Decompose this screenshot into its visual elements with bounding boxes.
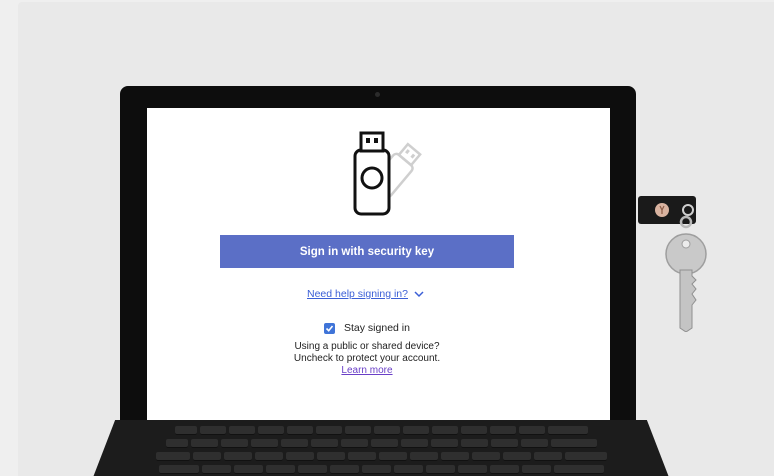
key	[409, 452, 438, 461]
key	[347, 452, 376, 461]
key	[533, 452, 562, 461]
key	[520, 439, 548, 448]
need-help-label: Need help signing in?	[307, 288, 408, 300]
key	[155, 452, 190, 461]
sign-in-with-security-key-button[interactable]: Sign in with security key	[220, 235, 514, 268]
key	[316, 452, 345, 461]
key	[315, 426, 342, 435]
key	[373, 426, 400, 435]
key	[400, 439, 428, 448]
keyboard-row-qwerty	[92, 452, 670, 461]
laptop-keyboard	[92, 420, 670, 476]
key	[550, 439, 597, 448]
key	[564, 452, 607, 461]
stay-signed-in-row: Stay signed in	[324, 322, 410, 334]
usb-security-key-icon	[353, 131, 422, 216]
keyboard-row-numbers	[92, 439, 670, 448]
key	[460, 439, 488, 448]
key	[425, 465, 455, 474]
key	[329, 465, 359, 474]
learn-more-link[interactable]: Learn more	[341, 365, 392, 377]
keyboard-row-fn	[92, 426, 670, 435]
key	[518, 426, 545, 435]
stay-signed-in-checkbox[interactable]	[324, 322, 335, 334]
key	[460, 426, 487, 435]
photo-stage: Sign in with security key Need help sign…	[0, 0, 774, 476]
shared-device-notice: Using a public or shared device? Uncheck…	[247, 341, 487, 377]
notice-line-2: Uncheck to protect your account.	[293, 353, 441, 364]
key	[158, 465, 199, 474]
key	[402, 426, 429, 435]
key	[297, 465, 327, 474]
key	[254, 452, 283, 461]
key	[223, 452, 252, 461]
key	[431, 426, 458, 435]
key	[199, 426, 226, 435]
laptop-screen: Sign in with security key Need help sign…	[147, 108, 610, 420]
key	[440, 452, 469, 461]
stay-signed-in-label: Stay signed in	[344, 322, 410, 334]
key	[285, 452, 314, 461]
key	[265, 465, 295, 474]
key	[502, 452, 531, 461]
key	[286, 426, 313, 435]
key	[174, 426, 197, 435]
laptop-bezel: Sign in with security key Need help sign…	[120, 86, 636, 434]
key	[471, 452, 500, 461]
key	[430, 439, 458, 448]
house-key-icon	[665, 215, 707, 332]
key	[201, 465, 231, 474]
key	[228, 426, 255, 435]
key	[547, 426, 588, 435]
key	[393, 465, 423, 474]
key	[521, 465, 551, 474]
key	[250, 439, 278, 448]
key	[257, 426, 284, 435]
key	[489, 426, 516, 435]
key	[192, 452, 221, 461]
key	[280, 439, 308, 448]
key	[490, 439, 518, 448]
need-help-link[interactable]: Need help signing in?	[307, 288, 424, 300]
key	[220, 439, 248, 448]
key	[370, 439, 398, 448]
key	[553, 465, 604, 474]
key	[344, 426, 371, 435]
key	[165, 439, 188, 448]
keyboard-row-home	[92, 465, 670, 474]
camera-icon	[375, 92, 380, 97]
key	[457, 465, 487, 474]
key	[340, 439, 368, 448]
chevron-down-icon	[414, 291, 424, 298]
notice-line-1: Using a public or shared device?	[294, 341, 440, 352]
key	[489, 465, 519, 474]
checkmark-icon	[325, 324, 334, 332]
key	[361, 465, 391, 474]
key	[233, 465, 263, 474]
key	[310, 439, 338, 448]
key	[190, 439, 218, 448]
key	[378, 452, 407, 461]
